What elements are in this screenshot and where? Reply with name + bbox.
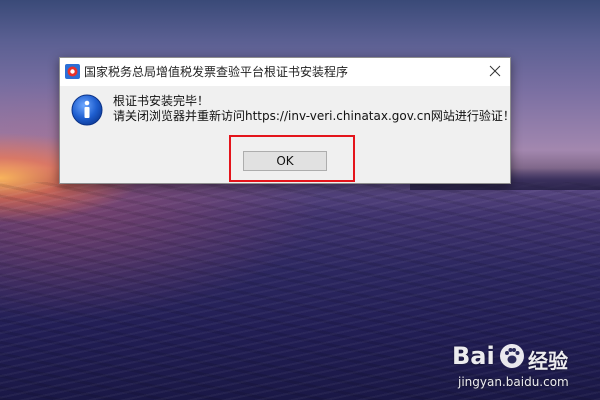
- close-button[interactable]: [484, 60, 506, 82]
- message-line-1: 根证书安装完毕！: [113, 94, 210, 108]
- watermark-url: jingyan.baidu.com: [458, 375, 569, 389]
- ok-highlight-box: [229, 135, 355, 182]
- dialog-titlebar: 国家税务总局增值税发票查验平台根证书安装程序: [60, 58, 510, 86]
- baidu-jingyan-watermark: Bai 经验 jingyan.baidu.com: [452, 340, 592, 396]
- close-icon: [489, 65, 501, 77]
- jingyan-text: 经验: [528, 349, 568, 373]
- app-icon: [65, 64, 80, 79]
- paw-icon: [500, 344, 524, 368]
- dialog-title: 国家税务总局增值税发票查验平台根证书安装程序: [84, 65, 349, 79]
- dialog-message: 根证书安装完毕！ 请关闭浏览器并重新访问https://inv-veri.chi…: [113, 94, 515, 124]
- info-icon: [71, 94, 103, 126]
- baidu-logo-text: Bai: [452, 342, 495, 370]
- message-line-2: 请关闭浏览器并重新访问https://inv-veri.chinatax.gov…: [113, 109, 515, 123]
